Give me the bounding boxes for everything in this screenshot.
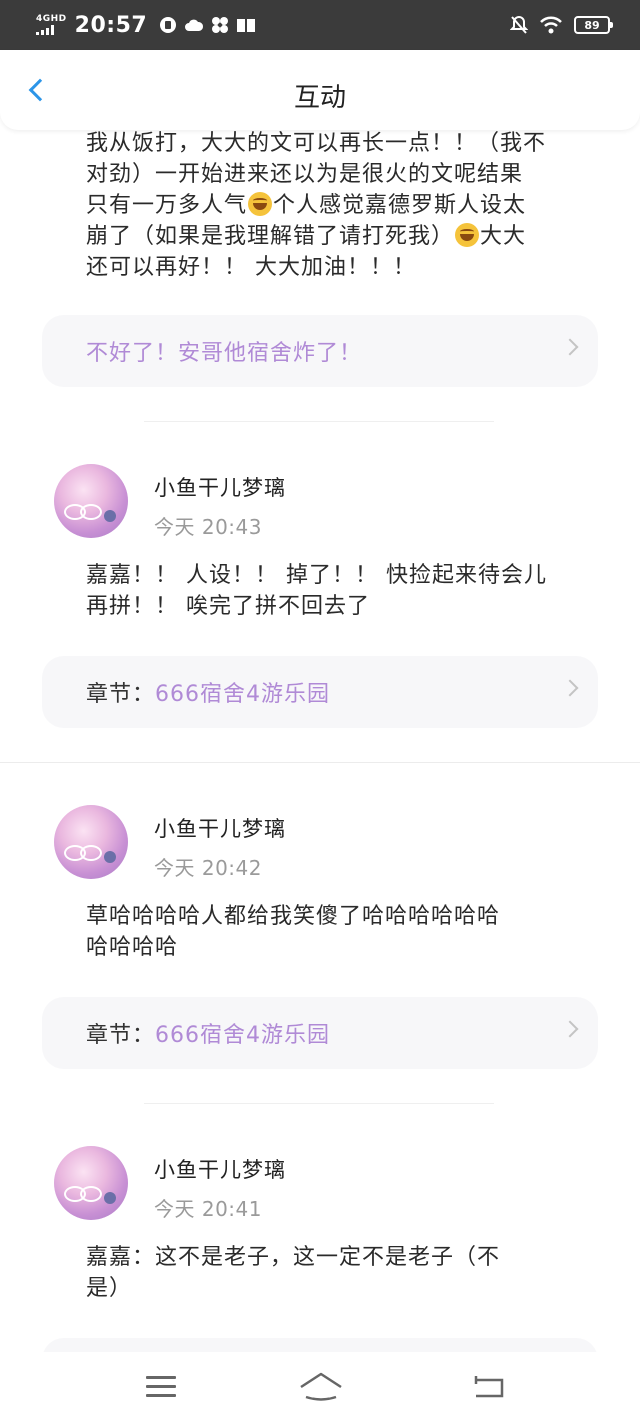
comment-line: 只有一万多人气 个人感觉嘉德罗斯人设太 <box>86 190 576 221</box>
chapter-prefix: 章节： <box>86 682 156 707</box>
network-indicator: 4GHD <box>36 15 67 35</box>
comment-text: 只有一万多人气 <box>86 193 248 218</box>
chapter-link-card[interactable] <box>42 1338 598 1352</box>
comment-body: 嘉嘉！！ 人设！！ 掉了！！ 快捡起来待会儿 再拼！！ 唉完了拼不回去了 <box>86 560 576 622</box>
status-time: 20:57 <box>74 12 148 38</box>
return-icon <box>474 1376 504 1398</box>
comment-line: 我从饭打，大大的文可以再长一点！！（我不 <box>86 131 547 156</box>
avatar[interactable] <box>54 805 128 879</box>
chapter-link-card[interactable]: 章节： 666宿舍4游乐园 <box>42 997 598 1069</box>
username[interactable]: 小鱼干儿梦璃 <box>154 1154 286 1184</box>
chapter-title: 666宿舍4游乐园 <box>155 1023 331 1048</box>
home-icon <box>300 1372 342 1401</box>
comment-line: 再拼！！ 唉完了拼不回去了 <box>86 594 370 619</box>
chapter-link-card[interactable]: 章节： 666宿舍4游乐园 <box>42 656 598 728</box>
timestamp: 今天 20:43 <box>154 515 262 539</box>
avatar[interactable] <box>54 1146 128 1220</box>
page-title: 互动 <box>293 83 346 113</box>
timestamp: 今天 20:42 <box>154 856 262 880</box>
wifi-icon <box>540 16 562 34</box>
chapter-link-card[interactable]: 不好了！安哥他宿舍炸了！ <box>42 315 598 387</box>
cloud-icon <box>185 19 204 31</box>
signal-bars-icon <box>36 25 54 35</box>
recent-apps-button[interactable] <box>142 1370 182 1404</box>
timestamp: 今天 20:41 <box>154 1197 262 1221</box>
chevron-right-icon <box>561 1020 579 1038</box>
status-bar: 4GHD 20:57 89 <box>0 0 640 50</box>
chevron-right-icon <box>561 338 579 356</box>
status-bar-left: 4GHD 20:57 <box>36 13 256 38</box>
chapter-prefix: 章节： <box>86 1023 156 1048</box>
top-app-bar: 互动 <box>0 50 640 130</box>
comment-line: 还可以再好！！ 大大加油！！！ <box>86 255 416 280</box>
comment-line: 嘉嘉！！ 人设！！ 掉了！！ 快捡起来待会儿 <box>86 563 547 588</box>
mute-notification-icon <box>510 15 528 34</box>
laughing-emoji-icon <box>248 192 273 216</box>
chapter-title: 不好了！安哥他宿舍炸了！ <box>86 341 363 366</box>
comment-body: 嘉嘉：这不是老子，这一定不是老子（不 是） <box>86 1242 576 1304</box>
back-button[interactable] <box>22 74 56 108</box>
status-bar-right: 89 <box>510 15 613 35</box>
comment-text: 崩了（如果是我理解错了请打死我） <box>86 224 455 249</box>
comment-line: 草哈哈哈哈人都给我笑傻了哈哈哈哈哈哈 <box>86 904 501 929</box>
username[interactable]: 小鱼干儿梦璃 <box>154 472 286 502</box>
comment-line: 哈哈哈哈 <box>86 935 179 960</box>
battery-icon: 89 <box>574 16 613 34</box>
comment-body: 草哈哈哈哈人都给我笑傻了哈哈哈哈哈哈 哈哈哈哈 <box>86 901 576 963</box>
network-type: 4GHD <box>36 14 67 24</box>
comment-line: 是） <box>86 1276 133 1301</box>
comment-body: 我从饭打，大大的文可以再长一点！！（我不 对劲）一开始进来还以为是很火的文呢结果… <box>86 128 576 283</box>
book-icon <box>237 19 256 32</box>
pinwheel-icon <box>212 17 229 33</box>
divider <box>0 762 640 763</box>
laughing-emoji-icon <box>455 223 480 247</box>
chevron-left-icon <box>28 78 52 102</box>
chevron-right-icon <box>561 679 579 697</box>
system-navigation-bar <box>0 1352 640 1422</box>
notification-icons <box>159 16 256 34</box>
divider <box>144 421 494 422</box>
avatar[interactable] <box>54 464 128 538</box>
comment-text: 个人感觉嘉德罗斯人设太 <box>273 193 527 218</box>
comment-line: 崩了（如果是我理解错了请打死我） 大大 <box>86 221 576 252</box>
comment-text: 大大 <box>480 224 527 249</box>
username[interactable]: 小鱼干儿梦璃 <box>154 813 286 843</box>
comment-line: 嘉嘉：这不是老子，这一定不是老子（不 <box>86 1245 501 1270</box>
vibrate-icon <box>160 17 177 33</box>
comment-line: 对劲）一开始进来还以为是很火的文呢结果 <box>86 162 524 187</box>
comment-feed[interactable]: 我从饭打，大大的文可以再长一点！！（我不 对劲）一开始进来还以为是很火的文呢结果… <box>0 50 640 1352</box>
home-button[interactable] <box>298 1370 344 1404</box>
chapter-title: 666宿舍4游乐园 <box>155 682 331 707</box>
divider <box>144 1103 494 1104</box>
back-nav-button[interactable] <box>470 1370 510 1404</box>
